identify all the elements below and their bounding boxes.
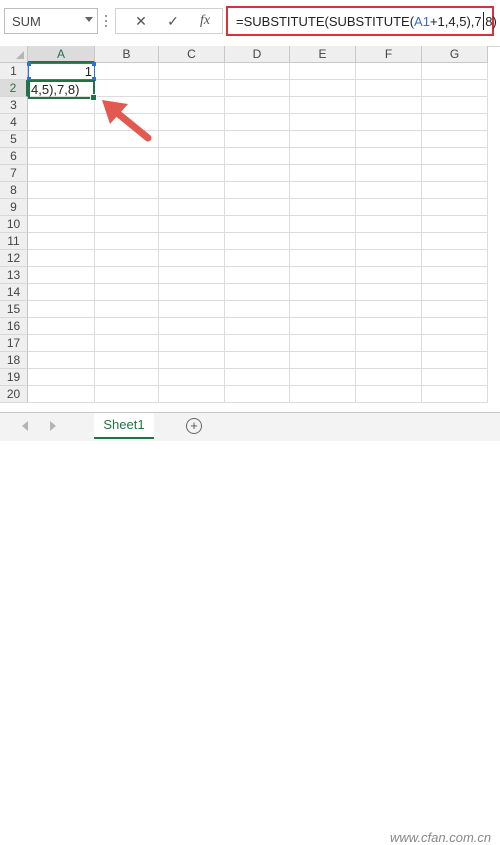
enter-icon[interactable]: ✓ — [162, 12, 184, 30]
column-header-e[interactable]: E — [290, 46, 356, 63]
grid-row-line — [28, 181, 488, 182]
grid-column-line — [487, 63, 488, 403]
drag-handle-icon[interactable] — [105, 12, 109, 32]
row-header-15[interactable]: 15 — [0, 301, 28, 318]
spreadsheet-grid[interactable]: ABCDEFG 1 2 3 4 5 6 7 8 9 10 11 12 13 14 15 16 17 18 19 20 … — [0, 46, 500, 412]
annotation-arrow — [102, 100, 152, 142]
insert-function-icon[interactable]: fx — [194, 12, 216, 30]
sheet-tab[interactable]: Sheet1 — [94, 413, 154, 439]
grid-row-line — [28, 215, 488, 216]
grid-column-line — [158, 63, 159, 403]
grid-row-line — [28, 198, 488, 199]
grid-row-line — [28, 164, 488, 165]
row-header-2[interactable]: 2 — [0, 80, 28, 97]
row-header-13[interactable]: 13 — [0, 267, 28, 284]
row-header-5[interactable]: 5 — [0, 131, 28, 148]
grid-column-line — [355, 63, 356, 403]
grid-row-line — [28, 351, 488, 352]
column-header-g[interactable]: G — [422, 46, 488, 63]
grid-row-line — [28, 113, 488, 114]
chevron-down-icon[interactable] — [85, 17, 93, 22]
grid-row-line — [28, 334, 488, 335]
row-header-3[interactable]: 3 — [0, 97, 28, 114]
formula-text: =SUBSTITUTE(SUBSTITUTE(A1+1,4,5),7,8) — [236, 14, 497, 29]
column-header-d[interactable]: D — [225, 46, 290, 63]
row-header-6[interactable]: 6 — [0, 148, 28, 165]
formula-suffix: +1,4,5),7,8) — [429, 14, 497, 29]
formula-cell-reference: A1 — [414, 14, 430, 29]
column-header-b[interactable]: B — [95, 46, 159, 63]
name-box[interactable]: SUM — [4, 8, 98, 34]
row-header-1[interactable]: 1 — [0, 63, 28, 80]
grid-row-line — [28, 130, 488, 131]
grid-column-line — [421, 63, 422, 403]
row-header-18[interactable]: 18 — [0, 352, 28, 369]
row-header-8[interactable]: 8 — [0, 182, 28, 199]
grid-row-line — [28, 385, 488, 386]
scroll-right-icon[interactable] — [50, 421, 56, 431]
grid-column-line — [94, 63, 95, 403]
grid-row-line — [28, 96, 488, 97]
sheet-tab-bar: Sheet1 + www.cfan.com.cn — [0, 412, 500, 845]
row-header-20[interactable]: 20 — [0, 386, 28, 403]
row-header-14[interactable]: 14 — [0, 284, 28, 301]
text-cursor — [483, 12, 484, 30]
row-header-9[interactable]: 9 — [0, 199, 28, 216]
grid-row-line — [28, 317, 488, 318]
formula-toolbar: SUM ✕ ✓ fx =SUBSTITUTE(SUBSTITUTE(A1+1,4… — [0, 0, 500, 47]
formula-input[interactable]: =SUBSTITUTE(SUBSTITUTE(A1+1,4,5),7,8) — [226, 6, 497, 36]
column-header-a[interactable]: A — [28, 46, 95, 63]
row-header-11[interactable]: 11 — [0, 233, 28, 250]
grid-row-line — [28, 368, 488, 369]
grid-row-line — [28, 79, 488, 80]
row-header-16[interactable]: 16 — [0, 318, 28, 335]
column-header-f[interactable]: F — [356, 46, 422, 63]
watermark-logo: www.cfan.com.cn — [390, 830, 492, 845]
name-box-value: SUM — [12, 14, 41, 29]
grid-row-line — [28, 402, 488, 403]
grid-row-line — [28, 249, 488, 250]
formula-buttons: ✕ ✓ fx — [115, 8, 223, 34]
grid-row-line — [28, 300, 488, 301]
grid-row-line — [28, 283, 488, 284]
row-header-7[interactable]: 7 — [0, 165, 28, 182]
row-header-19[interactable]: 19 — [0, 369, 28, 386]
grid-column-line — [289, 63, 290, 403]
grid-row-line — [28, 266, 488, 267]
row-header-10[interactable]: 10 — [0, 216, 28, 233]
cell-a1[interactable]: 1 — [28, 64, 92, 79]
grid-row-line — [28, 147, 488, 148]
fill-handle[interactable] — [90, 94, 97, 101]
row-header-17[interactable]: 17 — [0, 335, 28, 352]
grid-column-line — [224, 63, 225, 403]
row-header-4[interactable]: 4 — [0, 114, 28, 131]
column-header-c[interactable]: C — [159, 46, 225, 63]
cancel-icon[interactable]: ✕ — [130, 12, 152, 30]
add-sheet-icon[interactable]: + — [186, 418, 202, 434]
scroll-left-icon[interactable] — [22, 421, 28, 431]
row-header-12[interactable]: 12 — [0, 250, 28, 267]
formula-prefix: =SUBSTITUTE(SUBSTITUTE( — [236, 14, 415, 29]
grid-row-line — [28, 232, 488, 233]
select-all-button[interactable] — [0, 46, 28, 63]
cell-a2[interactable]: 4,5),7,8) — [31, 82, 79, 97]
